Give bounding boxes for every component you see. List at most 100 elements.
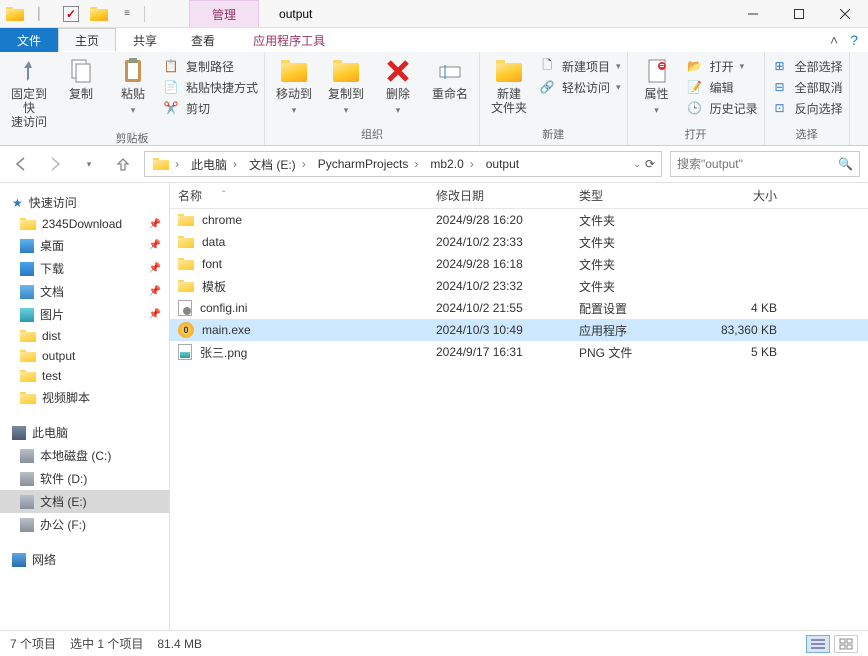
select-group-label: 选择 <box>771 125 843 145</box>
nav-this-pc[interactable]: 此电脑 <box>0 421 169 444</box>
tab-home[interactable]: 主页 <box>58 28 116 52</box>
invert-selection-button[interactable]: ⊡反向选择 <box>771 99 843 117</box>
breadcrumb-2[interactable]: PycharmProjects› <box>312 152 425 176</box>
new-item-button[interactable]: 🗋新建项目 ▾ <box>538 57 621 75</box>
copy-button[interactable]: 复制 <box>58 55 104 102</box>
file-row-2[interactable]: font2024/9/28 16:18文件夹 <box>170 253 868 275</box>
breadcrumb-1[interactable]: 文档 (E:)› <box>243 152 312 176</box>
cut-icon: ✂️ <box>162 99 180 117</box>
select-all-button[interactable]: ⊞全部选择 <box>771 57 843 75</box>
file-row-4[interactable]: config.ini2024/10/2 21:55配置设置4 KB <box>170 297 868 319</box>
file-row-1[interactable]: data2024/10/2 23:33文件夹 <box>170 231 868 253</box>
nav-qa-item-1[interactable]: 桌面📌 <box>0 234 169 257</box>
close-button[interactable] <box>822 0 868 28</box>
nav-qa-item-6[interactable]: output <box>0 346 169 366</box>
breadcrumb-0[interactable]: 此电脑› <box>185 152 243 176</box>
paste-shortcut-button[interactable]: 📄粘贴快捷方式 <box>162 78 258 96</box>
nav-qa-item-0[interactable]: 2345Download📌 <box>0 214 169 234</box>
nav-qa-item-4[interactable]: 图片📌 <box>0 303 169 326</box>
content-area: ★快速访问 2345Download📌桌面📌下载📌文档📌图片📌distoutpu… <box>0 182 868 630</box>
rename-icon <box>435 57 465 85</box>
nav-up-button[interactable] <box>110 151 136 177</box>
delete-icon <box>383 57 413 85</box>
qat-dropdown-icon[interactable]: ≡ <box>116 3 138 25</box>
nav-qa-item-8[interactable]: 视频脚本 <box>0 386 169 409</box>
move-to-button[interactable]: 移动到▾ <box>271 55 317 115</box>
tab-view[interactable]: 查看 <box>174 28 232 52</box>
edit-button[interactable]: 📝编辑 <box>686 78 758 96</box>
qat-folder2-icon[interactable] <box>88 3 110 25</box>
copy-path-button[interactable]: 📋复制路径 <box>162 57 258 75</box>
nav-drive-1[interactable]: 软件 (D:) <box>0 467 169 490</box>
view-thumbnails-button[interactable] <box>834 635 858 653</box>
properties-button[interactable]: 属性▾ <box>634 55 680 115</box>
move-to-icon <box>279 57 309 85</box>
column-type[interactable]: 类型 <box>579 187 699 204</box>
easy-access-button[interactable]: 🔗轻松访问 ▾ <box>538 78 621 96</box>
copy-to-button[interactable]: 复制到▾ <box>323 55 369 115</box>
column-date[interactable]: 修改日期 <box>436 187 579 204</box>
file-row-0[interactable]: chrome2024/9/28 16:20文件夹 <box>170 209 868 231</box>
ribbon-collapse-icon[interactable]: ˄ <box>830 32 838 48</box>
navigation-pane[interactable]: ★快速访问 2345Download📌桌面📌下载📌文档📌图片📌distoutpu… <box>0 183 170 630</box>
nav-network[interactable]: 网络 <box>0 548 169 571</box>
qat-properties-checked-icon[interactable]: ✓ <box>60 3 82 25</box>
status-bar: 7 个项目 选中 1 个项目 81.4 MB <box>0 630 868 656</box>
nav-qa-item-2[interactable]: 下载📌 <box>0 257 169 280</box>
copy-to-icon <box>331 57 361 85</box>
nav-qa-item-3[interactable]: 文档📌 <box>0 280 169 303</box>
address-bar[interactable]: › 此电脑› 文档 (E:)› PycharmProjects› mb2.0› … <box>144 151 662 177</box>
maximize-button[interactable] <box>776 0 822 28</box>
tab-app-tools[interactable]: 应用程序工具 <box>236 28 342 52</box>
paste-button[interactable]: 粘贴 ▾ <box>110 55 156 115</box>
history-button[interactable]: 🕒历史记录 <box>686 99 758 117</box>
nav-qa-item-7[interactable]: test <box>0 366 169 386</box>
file-row-5[interactable]: 0main.exe2024/10/3 10:49应用程序83,360 KB <box>170 319 868 341</box>
sort-indicator-icon: ˆ <box>222 190 225 201</box>
cut-button[interactable]: ✂️剪切 <box>162 99 258 117</box>
tab-file[interactable]: 文件 <box>0 28 58 52</box>
nav-drive-0[interactable]: 本地磁盘 (C:) <box>0 444 169 467</box>
nav-recent-dropdown[interactable]: ▾ <box>76 151 102 177</box>
file-row-6[interactable]: 张三.png2024/9/17 16:31PNG 文件5 KB <box>170 341 868 363</box>
pin-to-quick-access-button[interactable]: 固定到快 速访问 <box>6 55 52 129</box>
qat-folder-icon[interactable] <box>4 3 26 25</box>
search-icon[interactable]: 🔍 <box>838 157 853 171</box>
nav-forward-button[interactable] <box>42 151 68 177</box>
rename-button[interactable]: 重命名 <box>427 55 473 102</box>
refresh-icon[interactable]: ⟳ <box>645 157 655 171</box>
nav-quick-access[interactable]: ★快速访问 <box>0 191 169 214</box>
contextual-tab-group: 管理 <box>189 0 259 27</box>
breadcrumb-3[interactable]: mb2.0› <box>424 152 479 176</box>
search-box[interactable]: 🔍 <box>670 151 860 177</box>
column-size[interactable]: 大小 <box>699 187 789 204</box>
column-name[interactable]: 名称ˆ <box>178 187 436 204</box>
nav-qa-item-5[interactable]: dist <box>0 326 169 346</box>
title-bar: ▏ ✓ ≡ 管理 output <box>0 0 868 28</box>
column-headers[interactable]: 名称ˆ 修改日期 类型 大小 <box>170 183 868 209</box>
minimize-button[interactable] <box>730 0 776 28</box>
nav-drive-2[interactable]: 文档 (E:) <box>0 490 169 513</box>
search-input[interactable] <box>677 157 838 171</box>
ribbon-group-organize: 移动到▾ 复制到▾ 删除▾ 重命名 组织 <box>265 52 480 145</box>
file-row-3[interactable]: 模板2024/10/2 23:32文件夹 <box>170 275 868 297</box>
open-button[interactable]: 📂打开 ▾ <box>686 57 758 75</box>
ribbon-collapse-area: ˄ ? <box>830 28 868 52</box>
nav-back-button[interactable] <box>8 151 34 177</box>
nav-drive-3[interactable]: 办公 (F:) <box>0 513 169 536</box>
breadcrumb-root-icon[interactable]: › <box>147 152 185 176</box>
ribbon-tabs: 文件 主页 共享 查看 应用程序工具 ˄ ? <box>0 28 868 52</box>
ribbon-group-new: 新建 文件夹 🗋新建项目 ▾ 🔗轻松访问 ▾ 新建 <box>480 52 628 145</box>
view-details-button[interactable] <box>806 635 830 653</box>
breadcrumb-4[interactable]: output <box>480 152 525 176</box>
address-dropdown-icon[interactable]: ⌄ <box>633 159 641 170</box>
new-item-icon: 🗋 <box>538 57 556 75</box>
select-none-button[interactable]: ⊟全部取消 <box>771 78 843 96</box>
tab-share[interactable]: 共享 <box>116 28 174 52</box>
window-controls <box>730 0 868 27</box>
new-folder-button[interactable]: 新建 文件夹 <box>486 55 532 116</box>
delete-button[interactable]: 删除▾ <box>375 55 421 115</box>
easy-access-icon: 🔗 <box>538 78 556 96</box>
window-title: output <box>259 0 730 27</box>
help-icon[interactable]: ? <box>850 32 858 48</box>
